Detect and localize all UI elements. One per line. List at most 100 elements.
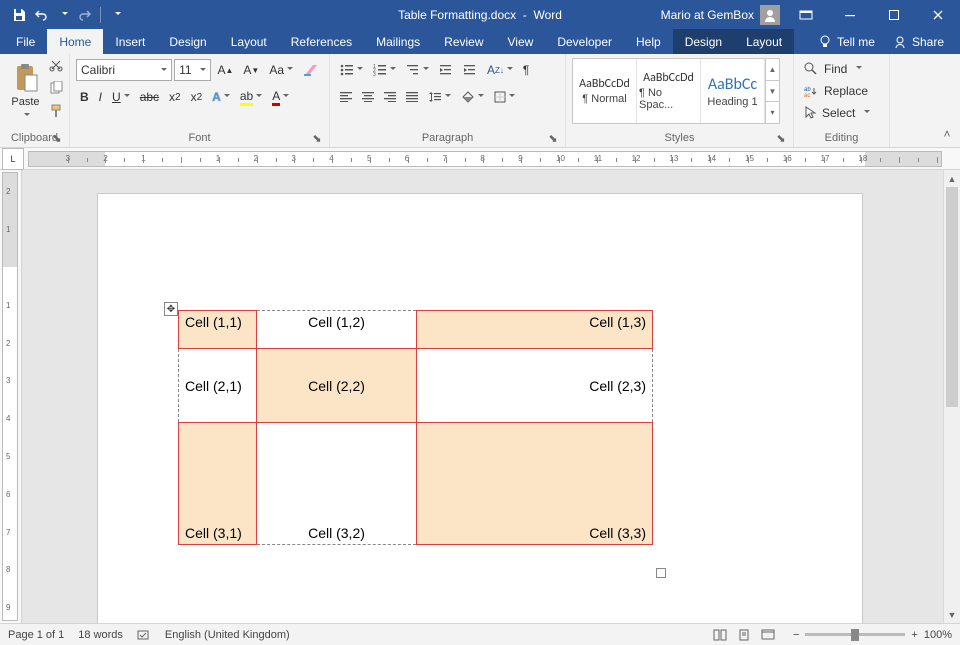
tab-mailings[interactable]: Mailings	[364, 29, 432, 54]
account-area[interactable]: Mario at GemBox	[661, 5, 784, 25]
styles-launcher[interactable]: ⬊	[775, 132, 787, 144]
paragraph-launcher[interactable]: ⬊	[547, 132, 559, 144]
status-proofing-icon[interactable]	[137, 629, 151, 641]
borders-icon[interactable]	[490, 86, 519, 108]
table-cell[interactable]: Cell (3,2)	[257, 423, 417, 545]
increase-indent-icon[interactable]	[459, 59, 481, 81]
scroll-down-icon[interactable]: ▼	[944, 606, 960, 623]
tell-me[interactable]: Tell me	[812, 35, 881, 49]
copy-icon[interactable]	[49, 81, 63, 103]
table-cell[interactable]: Cell (1,1)	[179, 311, 257, 349]
table-cell[interactable]: Cell (2,3)	[417, 349, 653, 423]
table-cell[interactable]: Cell (3,1)	[179, 423, 257, 545]
table-cell[interactable]: Cell (2,1)	[179, 349, 257, 423]
status-words[interactable]: 18 words	[78, 629, 123, 641]
zoom-level[interactable]: 100%	[924, 629, 952, 641]
tab-references[interactable]: References	[279, 29, 364, 54]
zoom-out-icon[interactable]: −	[793, 629, 799, 641]
table-cell[interactable]: Cell (1,3)	[417, 311, 653, 349]
highlight-icon[interactable]: ab	[236, 86, 266, 108]
tab-table-layout[interactable]: Layout	[734, 29, 794, 54]
zoom-slider[interactable]	[805, 633, 905, 636]
document-table[interactable]: Cell (1,1) Cell (1,2) Cell (1,3) Cell (2…	[178, 310, 653, 545]
style-heading1[interactable]: AaBbCcHeading 1	[701, 59, 765, 123]
table-cell[interactable]: Cell (1,2)	[257, 311, 417, 349]
horizontal-ruler[interactable]: 123123456789101112131415161718	[28, 151, 942, 167]
line-spacing-icon[interactable]	[424, 86, 455, 108]
justify-icon[interactable]	[402, 86, 422, 108]
scroll-thumb[interactable]	[946, 187, 958, 407]
undo-icon[interactable]	[30, 1, 52, 29]
numbering-icon[interactable]: 123	[369, 59, 400, 81]
select-button[interactable]: Select	[800, 102, 883, 123]
maximize-icon[interactable]	[872, 1, 916, 29]
tab-selector[interactable]: L	[2, 148, 24, 170]
tab-developer[interactable]: Developer	[545, 29, 624, 54]
align-right-icon[interactable]	[380, 86, 400, 108]
replace-button[interactable]: abacReplace	[800, 80, 883, 101]
strikethrough-button[interactable]: abc	[136, 86, 163, 108]
shading-icon[interactable]	[457, 86, 488, 108]
tab-view[interactable]: View	[496, 29, 546, 54]
tab-file[interactable]: File	[4, 29, 47, 54]
view-read-icon[interactable]	[709, 626, 731, 644]
font-name-combo[interactable]: Calibri	[76, 59, 172, 81]
redo-icon[interactable]	[74, 1, 96, 29]
font-color-icon[interactable]: A	[268, 86, 293, 108]
shrink-font-icon[interactable]: A▼	[239, 59, 263, 81]
bullets-icon[interactable]	[336, 59, 367, 81]
table-move-handle[interactable]: ✥	[164, 302, 178, 316]
change-case-icon[interactable]: Aa	[265, 59, 297, 81]
cut-icon[interactable]	[49, 58, 63, 80]
view-print-icon[interactable]	[733, 626, 755, 644]
align-center-icon[interactable]	[358, 86, 378, 108]
qat-customize[interactable]	[105, 1, 127, 29]
document-canvas[interactable]: ✥ Cell (1,1) Cell (1,2) Cell (1,3) Cell …	[22, 170, 960, 623]
decrease-indent-icon[interactable]	[435, 59, 457, 81]
style-normal[interactable]: AaBbCcDd¶ Normal	[573, 59, 637, 123]
view-web-icon[interactable]	[757, 626, 779, 644]
tab-help[interactable]: Help	[624, 29, 673, 54]
paste-button[interactable]: Paste	[6, 58, 45, 126]
vertical-scrollbar[interactable]: ▲ ▼	[943, 170, 960, 623]
minimize-icon[interactable]	[828, 1, 872, 29]
font-size-combo[interactable]: 11	[174, 59, 211, 81]
tab-review[interactable]: Review	[432, 29, 495, 54]
find-button[interactable]: Find	[800, 58, 883, 79]
style-nospacing[interactable]: AaBbCcDd¶ No Spac...	[637, 59, 701, 123]
styles-scroll[interactable]: ▲▼▾	[765, 59, 779, 123]
save-icon[interactable]	[8, 1, 30, 29]
tab-table-design[interactable]: Design	[673, 29, 734, 54]
sort-icon[interactable]: AZ↓	[483, 59, 517, 81]
font-launcher[interactable]: ⬊	[311, 132, 323, 144]
close-icon[interactable]	[916, 1, 960, 29]
table-cell[interactable]: Cell (2,2)	[257, 349, 417, 423]
format-painter-icon[interactable]	[49, 104, 63, 126]
multilevel-icon[interactable]	[402, 59, 433, 81]
show-marks-icon[interactable]: ¶	[519, 59, 533, 81]
align-left-icon[interactable]	[336, 86, 356, 108]
tab-layout[interactable]: Layout	[219, 29, 279, 54]
italic-button[interactable]: I	[95, 86, 106, 108]
styles-gallery[interactable]: AaBbCcDd¶ Normal AaBbCcDd¶ No Spac... Aa…	[572, 58, 780, 124]
clear-formatting-icon[interactable]	[299, 59, 323, 81]
vertical-ruler[interactable]: 12123456789	[2, 172, 18, 621]
table-resize-handle[interactable]	[656, 568, 666, 578]
underline-button[interactable]: U	[108, 86, 134, 108]
ribbon-options-icon[interactable]	[784, 1, 828, 29]
tab-home[interactable]: Home	[47, 29, 103, 54]
scroll-up-icon[interactable]: ▲	[944, 170, 960, 187]
grow-font-icon[interactable]: A▲	[213, 59, 237, 81]
zoom-in-icon[interactable]: +	[911, 629, 917, 641]
share-button[interactable]: Share	[887, 35, 950, 49]
text-effects-icon[interactable]: A	[208, 86, 234, 108]
subscript-button[interactable]: x2	[165, 86, 185, 108]
collapse-ribbon-icon[interactable]: ˄	[938, 125, 956, 143]
status-language[interactable]: English (United Kingdom)	[165, 629, 290, 641]
undo-dropdown[interactable]	[52, 1, 74, 29]
status-page[interactable]: Page 1 of 1	[8, 629, 64, 641]
tab-insert[interactable]: Insert	[103, 29, 157, 54]
table-cell[interactable]: Cell (3,3)	[417, 423, 653, 545]
bold-button[interactable]: B	[76, 86, 93, 108]
superscript-button[interactable]: x2	[187, 86, 207, 108]
